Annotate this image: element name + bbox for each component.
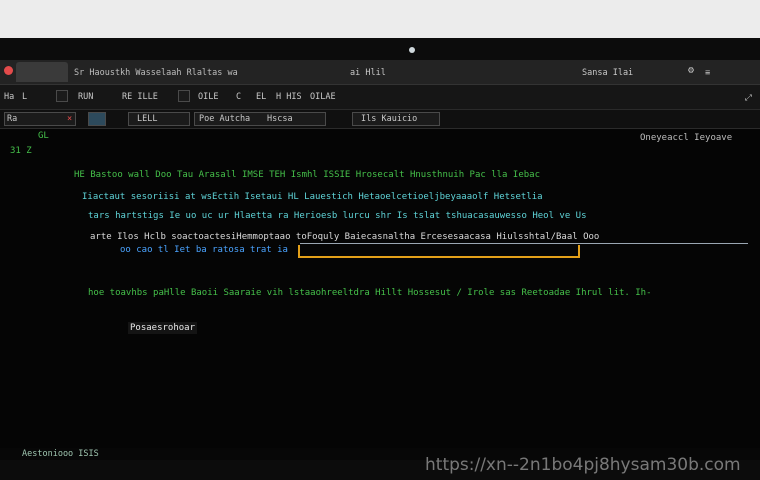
menu-item[interactable]: EL [256, 92, 266, 102]
line-number: 31 Z [10, 146, 32, 156]
code-line: Iiactaut sesoriisi at wsEctih Isetaui HL… [82, 192, 543, 202]
code-line: HE Bastoo wall Doo Tau Arasall IMSE TEH … [74, 170, 540, 180]
image-icon[interactable] [88, 112, 106, 126]
autocomplete-suggestion[interactable]: Posaesrohoar [128, 322, 198, 334]
background-wall [0, 0, 760, 38]
toolbar-field-label: Hscsa [267, 114, 293, 124]
toolbar-field-label: Ils Kauicio [361, 114, 418, 124]
screen: Sr Haoustkh Wasselaah Rlaltas wa ai Hlil… [0, 60, 760, 460]
toolbar-field-label: LELL [137, 114, 158, 124]
title-center-text: ai Hlil [350, 68, 386, 78]
toolbar-field[interactable]: Ils Kauicio [352, 112, 440, 126]
status-text: Aestoniooo ISIS [22, 449, 99, 459]
tool-bar: Ra × LELL Poe Autcha Hscsa Ils Kauicio [0, 110, 760, 129]
menu-item[interactable]: RUN [78, 92, 93, 102]
title-right-text: Sansa Ilai [582, 68, 634, 78]
folder-icon[interactable] [56, 90, 68, 102]
watermark: https://xn--2n1bo4pj8hysam30b.com [425, 455, 741, 475]
menu-item[interactable]: C [236, 92, 241, 102]
gutter-label: GL [38, 131, 49, 141]
close-icon[interactable]: × [67, 114, 72, 124]
menu-item[interactable]: RE ILLE [122, 92, 158, 102]
menu-item[interactable]: H HIS [276, 92, 302, 102]
menu-item[interactable]: OILAE [310, 92, 336, 102]
window-tab[interactable] [16, 62, 68, 82]
toolbar-field[interactable]: Ra × [4, 112, 76, 126]
code-editor[interactable]: GL 31 Z Oneyeaccl Ieyoave HE Bastoo wall… [0, 129, 760, 460]
file-icon[interactable] [178, 90, 190, 102]
code-line: arte Ilos Hclb soactoactesiHemmoptaao to… [90, 232, 600, 242]
cursor-line [300, 243, 748, 244]
code-line: tars hartstigs Ie uo uc ur Hlaetta ra He… [88, 211, 587, 221]
selection-highlight [298, 245, 580, 258]
menu-bar: Ha L RUN RE ILLE OILE C EL H HIS OILAE ⤢ [0, 85, 760, 110]
expand-icon[interactable]: ⤢ [745, 93, 752, 103]
menu-item[interactable]: Ha [4, 92, 14, 102]
toolbar-field[interactable]: LELL [128, 112, 190, 126]
code-line: hoe toavhbs paHlle Baoii Saaraie vih lst… [88, 288, 652, 298]
menu-item[interactable]: OILE [198, 92, 218, 102]
toolbar-field-label: Ra [7, 114, 18, 124]
settings-icon[interactable]: ⚙ [688, 66, 694, 76]
toolbar-field[interactable]: Poe Autcha Hscsa [194, 112, 326, 126]
editor-header-right: Oneyeaccl Ieyoave [640, 133, 733, 143]
webcam-icon [409, 47, 415, 53]
close-window-icon[interactable] [4, 66, 13, 75]
title-bar: Sr Haoustkh Wasselaah Rlaltas wa ai Hlil… [0, 60, 760, 85]
window-title: Sr Haoustkh Wasselaah Rlaltas wa [74, 68, 238, 78]
menu-item[interactable]: L [22, 92, 27, 102]
code-line: oo cao tl Iet ba ratosa trat ia [120, 245, 288, 255]
menu-icon[interactable]: ≡ [705, 68, 710, 78]
toolbar-field-label: Poe Autcha [199, 114, 251, 124]
